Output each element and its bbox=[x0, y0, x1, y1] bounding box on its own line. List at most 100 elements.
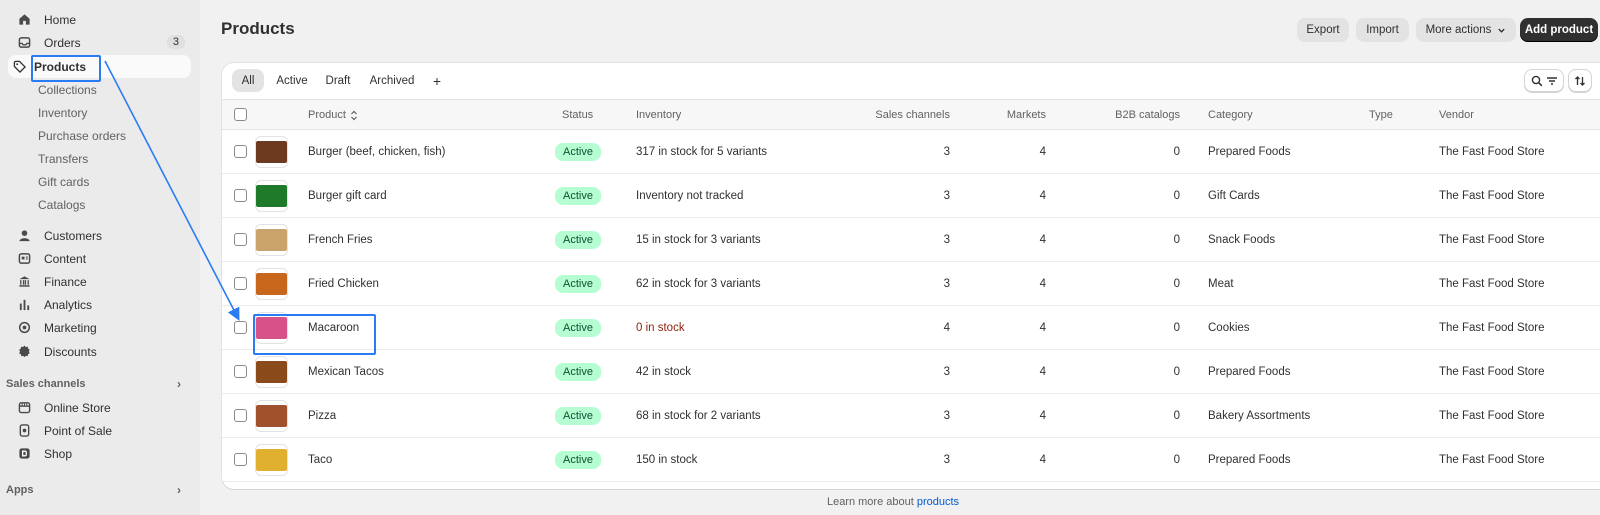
inventory-cell: 0 in stock bbox=[636, 322, 685, 334]
product-name[interactable]: Macaroon bbox=[308, 306, 359, 350]
vendor-cell: The Fast Food Store bbox=[1439, 322, 1545, 334]
category-cell: Cookies bbox=[1208, 322, 1250, 334]
export-button[interactable]: Export bbox=[1297, 18, 1349, 42]
table-row[interactable]: French Fries Active 15 in stock for 3 vari… bbox=[222, 218, 1600, 262]
b2b-catalogs-cell: 0 bbox=[1173, 322, 1180, 334]
vendor-cell: The Fast Food Store bbox=[1439, 410, 1545, 422]
product-image bbox=[256, 273, 287, 295]
nav-gift-cards[interactable]: Gift cards bbox=[38, 172, 89, 192]
add-view-button[interactable]: + bbox=[426, 69, 448, 92]
status-badge: Active bbox=[555, 451, 601, 469]
table-row[interactable]: Taco Active 150 in stock 3 4 0 Prepared Foods T… bbox=[222, 438, 1600, 482]
row-checkbox[interactable] bbox=[234, 321, 247, 334]
row-checkbox[interactable] bbox=[234, 365, 247, 378]
row-checkbox[interactable] bbox=[234, 277, 247, 290]
chart-icon bbox=[17, 298, 31, 312]
more-actions-button[interactable]: More actions bbox=[1416, 18, 1516, 42]
pos-icon bbox=[17, 424, 31, 438]
table-row[interactable]: Pizza Active 68 in stock for 2 variants 3 4 0… bbox=[222, 394, 1600, 438]
products-help-link[interactable]: products bbox=[917, 496, 959, 508]
nav-marketing-label: Marketing bbox=[44, 320, 97, 335]
b2b-catalogs-cell: 0 bbox=[1173, 454, 1180, 466]
status-badge: Active bbox=[555, 143, 601, 161]
table-row[interactable]: Fried Chicken Active 62 in stock for 3 var… bbox=[222, 262, 1600, 306]
product-name[interactable]: Pizza bbox=[308, 394, 336, 438]
vendor-cell: The Fast Food Store bbox=[1439, 366, 1545, 378]
col-product-label: Product bbox=[308, 109, 346, 121]
nav-point-of-sale[interactable]: Point of Sale bbox=[8, 419, 191, 442]
nav-products[interactable]: Products bbox=[8, 55, 191, 78]
product-thumbnail bbox=[255, 224, 288, 256]
nav-transfers[interactable]: Transfers bbox=[38, 149, 88, 169]
sales-channels-section[interactable]: Sales channels › bbox=[6, 374, 189, 394]
chevron-down-icon bbox=[1497, 26, 1506, 35]
search-filter-button[interactable] bbox=[1524, 69, 1564, 92]
col-product[interactable]: Product bbox=[308, 100, 358, 130]
import-button[interactable]: Import bbox=[1356, 18, 1409, 42]
nav-purchase-orders[interactable]: Purchase orders bbox=[38, 126, 126, 146]
nav-inventory[interactable]: Inventory bbox=[38, 103, 87, 123]
nav-home[interactable]: Home bbox=[8, 8, 191, 31]
nav-content[interactable]: Content bbox=[8, 247, 191, 270]
inventory-cell: Inventory not tracked bbox=[636, 190, 744, 202]
tab-draft[interactable]: Draft bbox=[319, 69, 357, 92]
add-product-button[interactable]: Add product bbox=[1520, 18, 1598, 42]
product-name[interactable]: Burger (beef, chicken, fish) bbox=[308, 130, 445, 174]
table-row[interactable]: Burger (beef, chicken, fish) Active 317 in… bbox=[222, 130, 1600, 174]
nav-orders[interactable]: Orders 3 bbox=[8, 31, 191, 54]
nav-catalogs[interactable]: Catalogs bbox=[38, 195, 85, 215]
vendor-cell: The Fast Food Store bbox=[1439, 454, 1545, 466]
markets-cell: 4 bbox=[1039, 278, 1046, 290]
product-name[interactable]: Fried Chicken bbox=[308, 262, 379, 306]
nav-customers[interactable]: Customers bbox=[8, 224, 191, 247]
inventory-cell: 150 in stock bbox=[636, 454, 698, 466]
nav-online-store[interactable]: Online Store bbox=[8, 396, 191, 419]
table-row[interactable]: Mexican Tacos Active 42 in stock 3 4 0 Prepare… bbox=[222, 350, 1600, 394]
col-status: Status bbox=[562, 109, 594, 121]
view-tabs: All Active Draft Archived + bbox=[222, 63, 1600, 100]
row-checkbox[interactable] bbox=[234, 145, 247, 158]
tab-all[interactable]: All bbox=[232, 69, 264, 92]
category-cell: Bakery Assortments bbox=[1208, 410, 1311, 422]
nav-shop[interactable]: Shop bbox=[8, 442, 191, 465]
target-icon bbox=[17, 321, 31, 335]
sales-channels-cell: 3 bbox=[943, 410, 950, 422]
product-image bbox=[256, 185, 287, 207]
markets-cell: 4 bbox=[1039, 366, 1046, 378]
vendor-cell: The Fast Food Store bbox=[1439, 190, 1545, 202]
nav-discounts[interactable]: Discounts bbox=[8, 340, 191, 363]
b2b-catalogs-cell: 0 bbox=[1173, 234, 1180, 246]
row-checkbox[interactable] bbox=[234, 409, 247, 422]
shop-icon bbox=[17, 447, 31, 461]
nav-analytics[interactable]: Analytics bbox=[8, 293, 191, 316]
person-icon bbox=[17, 229, 31, 243]
row-checkbox[interactable] bbox=[234, 189, 247, 202]
tab-archived[interactable]: Archived bbox=[364, 69, 420, 92]
markets-cell: 4 bbox=[1039, 322, 1046, 334]
nav-finance-label: Finance bbox=[44, 274, 87, 289]
product-name[interactable]: Taco bbox=[308, 438, 332, 482]
nav-orders-label: Orders bbox=[44, 35, 81, 50]
sort-icon bbox=[1574, 75, 1586, 87]
nav-collections[interactable]: Collections bbox=[38, 80, 97, 100]
row-checkbox[interactable] bbox=[234, 453, 247, 466]
select-all-checkbox[interactable] bbox=[234, 108, 247, 121]
sort-button[interactable] bbox=[1568, 69, 1592, 92]
product-name[interactable]: Mexican Tacos bbox=[308, 350, 384, 394]
inventory-cell: 68 in stock for 2 variants bbox=[636, 410, 761, 422]
product-thumbnail bbox=[255, 180, 288, 212]
orders-count-badge: 3 bbox=[166, 35, 185, 49]
table-row[interactable]: Burger gift card Active Inventory not trac… bbox=[222, 174, 1600, 218]
product-name[interactable]: French Fries bbox=[308, 218, 373, 262]
nav-marketing[interactable]: Marketing bbox=[8, 316, 191, 339]
b2b-catalogs-cell: 0 bbox=[1173, 278, 1180, 290]
status-badge: Active bbox=[555, 363, 601, 381]
nav-online-store-label: Online Store bbox=[44, 400, 111, 415]
table-row[interactable]: Macaroon Active 0 in stock 4 4 0 Cookies The Fa… bbox=[222, 306, 1600, 350]
nav-finance[interactable]: Finance bbox=[8, 270, 191, 293]
product-name[interactable]: Burger gift card bbox=[308, 174, 387, 218]
category-cell: Meat bbox=[1208, 278, 1234, 290]
b2b-catalogs-cell: 0 bbox=[1173, 366, 1180, 378]
tab-active[interactable]: Active bbox=[272, 69, 312, 92]
row-checkbox[interactable] bbox=[234, 233, 247, 246]
